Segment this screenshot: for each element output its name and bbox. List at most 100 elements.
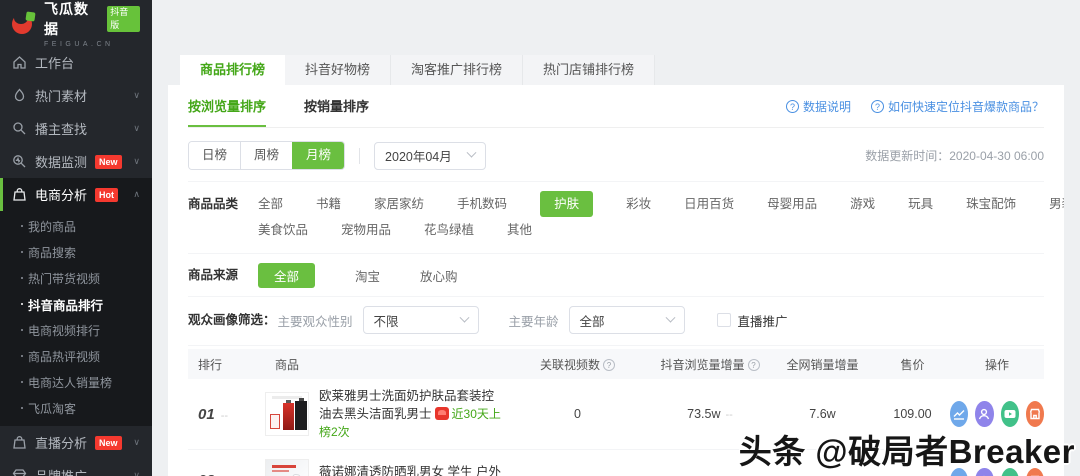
views-trend-dash: -- <box>725 409 733 421</box>
top-tabbar: 商品排行榜 抖音好物榜 淘客推广排行榜 热门店铺排行榜 <box>180 55 1080 85</box>
category-option[interactable]: 珠宝配饰 <box>966 191 1016 217</box>
period-monthly-button[interactable]: 月榜 <box>292 142 345 169</box>
divider <box>359 147 361 164</box>
tab-hot-shop-rank[interactable]: 热门店铺排行榜 <box>523 55 656 85</box>
sidebar-item-label: 直播分析 <box>35 436 88 451</box>
tab-product-rank[interactable]: 商品排行榜 <box>180 55 286 85</box>
category-option[interactable]: 玩具 <box>908 191 933 217</box>
live-promotion-checkbox[interactable] <box>716 313 731 327</box>
source-option[interactable]: 淘宝 <box>355 266 380 285</box>
sidebar-item-streamer-search[interactable]: 播主查找 ∨ <box>0 112 152 145</box>
sidebar-item-label: 电商分析 <box>35 188 88 203</box>
category-option[interactable]: 宠物用品 <box>341 217 391 243</box>
category-option-selected[interactable]: 护肤 <box>540 191 594 217</box>
sidebar-subitem-douyin-product-rank[interactable]: 抖音商品排行 <box>0 291 152 317</box>
subitem-label: 抖音商品排行 <box>28 298 104 313</box>
logo[interactable]: 飞瓜数据 抖音版 FEIGUA.CN <box>0 0 152 48</box>
trend-chart-icon[interactable] <box>950 401 969 427</box>
product-title[interactable]: 欧莱雅男士洗面奶护肤品套装控油去黑头洁面乳男士 近30天上榜2次 <box>319 387 505 441</box>
tab-taoke-promo-rank[interactable]: 淘客推广排行榜 <box>391 55 524 85</box>
category-option[interactable]: 其他 <box>507 217 532 243</box>
period-daily-button[interactable]: 日榜 <box>189 142 241 169</box>
category-option[interactable]: 家居家纺 <box>374 191 424 217</box>
sidebar-item-label: 热门素材 <box>35 89 88 104</box>
sidebar-item-data-monitor[interactable]: 数据监测 New ∨ <box>0 145 152 178</box>
live-promotion-label: 直播推广 <box>737 314 788 329</box>
sidebar-subitem-influencer-sales-rank[interactable]: 电商达人销量榜 <box>0 369 152 395</box>
period-button-group: 日榜 周榜 月榜 <box>188 141 346 170</box>
subitem-label: 商品热评视频 <box>28 349 101 364</box>
sidebar-subitem-hot-sales-videos[interactable]: 热门带货视频 <box>0 265 152 291</box>
sidebar-item-label: 播主查找 <box>35 122 88 137</box>
gender-label: 主要观众性别 <box>277 314 353 329</box>
audience-profile-icon[interactable] <box>975 401 994 427</box>
header-sales: 全网销量增量 <box>786 357 859 372</box>
sidebar-subitem-my-products[interactable]: 我的商品 <box>0 213 152 239</box>
chevron-down-icon: ∨ <box>133 90 140 100</box>
gender-select[interactable]: 不限 <box>362 306 479 334</box>
sidebar-subitem-ecommerce-video-rank[interactable]: 电商视频排行 <box>0 317 152 343</box>
sidebar-item-live-analysis[interactable]: 直播分析 New ∨ <box>0 426 152 459</box>
category-option[interactable]: 花鸟绿植 <box>424 217 474 243</box>
related-videos-icon[interactable] <box>1000 401 1019 427</box>
table-header: 排行 商品 关联视频数? 抖音浏览量增量? 全网销量增量 售价 操作 <box>188 349 1044 379</box>
header-price: 售价 <box>900 357 925 372</box>
product-title[interactable]: 薇诺娜清透防晒乳男女 学生 户外防紫外线 敏感肌专属防晒乳 <box>319 463 505 476</box>
category-option[interactable]: 男装女装 <box>1049 191 1064 217</box>
related-videos-count: 0 <box>574 407 581 421</box>
age-select-value: 全部 <box>579 314 605 329</box>
category-filter-row: 商品品类 全部 书籍 家居家纺 手机数码 护肤 彩妆 日用百货 母婴用品 游戏 … <box>188 182 1064 254</box>
age-select[interactable]: 全部 <box>568 306 685 334</box>
chevron-down-icon: ∨ <box>133 470 140 476</box>
tab-douyin-goods[interactable]: 抖音好物榜 <box>285 55 392 85</box>
source-option[interactable]: 放心购 <box>420 266 458 285</box>
month-select[interactable]: 2020年04月 <box>374 141 487 170</box>
sidebar-item-label: 数据监测 <box>35 155 88 170</box>
how-to-locate-hot-products-link[interactable]: ? 如何快速定位抖音爆款商品？ <box>870 98 1044 115</box>
source-filter-row: 商品来源 全部 淘宝 放心购 <box>188 254 1044 297</box>
product-image[interactable] <box>265 458 309 476</box>
data-explanation-link[interactable]: ? 数据说明 <box>785 98 851 115</box>
source-option-selected[interactable]: 全部 <box>258 262 316 288</box>
header-product: 商品 <box>275 357 300 372</box>
chevron-down-icon: ∨ <box>133 123 140 133</box>
sidebar-subitem-hot-comment-videos[interactable]: 商品热评视频 <box>0 343 152 369</box>
douyin-version-badge: 抖音版 <box>107 5 140 32</box>
sidebar: 飞瓜数据 抖音版 FEIGUA.CN 工作台 热门素材 ∨ 播主查找 ∨ 数据监… <box>0 0 152 476</box>
feigua-logo-icon <box>12 11 36 35</box>
content-panel: 按浏览量排序 按销量排序 ? 数据说明 ? 如何快速定位抖音爆款商品？ 日榜 周… <box>168 85 1064 476</box>
category-option[interactable]: 母婴用品 <box>767 191 817 217</box>
sidebar-item-hot-material[interactable]: 热门素材 ∨ <box>0 79 152 112</box>
app-title: 飞瓜数据 <box>44 0 89 37</box>
sidebar-item-brand-promotion[interactable]: 品牌推广 ∨ <box>0 459 152 476</box>
help-circle-icon[interactable]: ? <box>603 358 615 371</box>
sidebar-item-workbench[interactable]: 工作台 <box>0 46 152 79</box>
category-option[interactable]: 日用百货 <box>684 191 734 217</box>
header-views: 抖音浏览量增量? <box>650 356 770 373</box>
rank-number: 01 <box>198 405 215 423</box>
audience-label: 观众画像筛选： <box>188 313 276 327</box>
gender-select-value: 不限 <box>373 314 399 329</box>
product-image[interactable] <box>265 392 309 436</box>
subtab-sort-by-views[interactable]: 按浏览量排序 <box>188 85 266 127</box>
home-icon <box>12 55 27 70</box>
category-option[interactable]: 全部 <box>258 191 283 217</box>
sort-subtab-row: 按浏览量排序 按销量排序 ? 数据说明 ? 如何快速定位抖音爆款商品？ <box>188 85 1044 128</box>
sidebar-subitem-feigua-taoke[interactable]: 飞瓜淘客 <box>0 395 152 421</box>
header-videos: 关联视频数? <box>505 356 650 373</box>
ecommerce-submenu: 我的商品 商品搜索 热门带货视频 抖音商品排行 电商视频排行 商品热评视频 电商… <box>0 211 152 426</box>
toutiao-watermark: 头条 @破局者Breaker <box>738 433 1075 470</box>
category-option[interactable]: 美食饮品 <box>258 217 308 243</box>
help-circle-icon[interactable]: ? <box>747 358 760 371</box>
category-option[interactable]: 手机数码 <box>457 191 507 217</box>
help-circle-icon: ? <box>785 99 799 113</box>
period-weekly-button[interactable]: 周榜 <box>240 142 293 169</box>
link-label: 数据说明 <box>802 99 851 114</box>
subtab-sort-by-sales[interactable]: 按销量排序 <box>304 85 369 127</box>
category-option[interactable]: 书籍 <box>316 191 341 217</box>
sidebar-subitem-product-search[interactable]: 商品搜索 <box>0 239 152 265</box>
shop-icon[interactable] <box>1025 401 1044 427</box>
sidebar-item-ecommerce-analysis[interactable]: 电商分析 Hot ∧ <box>0 178 152 211</box>
category-option[interactable]: 彩妆 <box>626 191 651 217</box>
category-option[interactable]: 游戏 <box>850 191 875 217</box>
